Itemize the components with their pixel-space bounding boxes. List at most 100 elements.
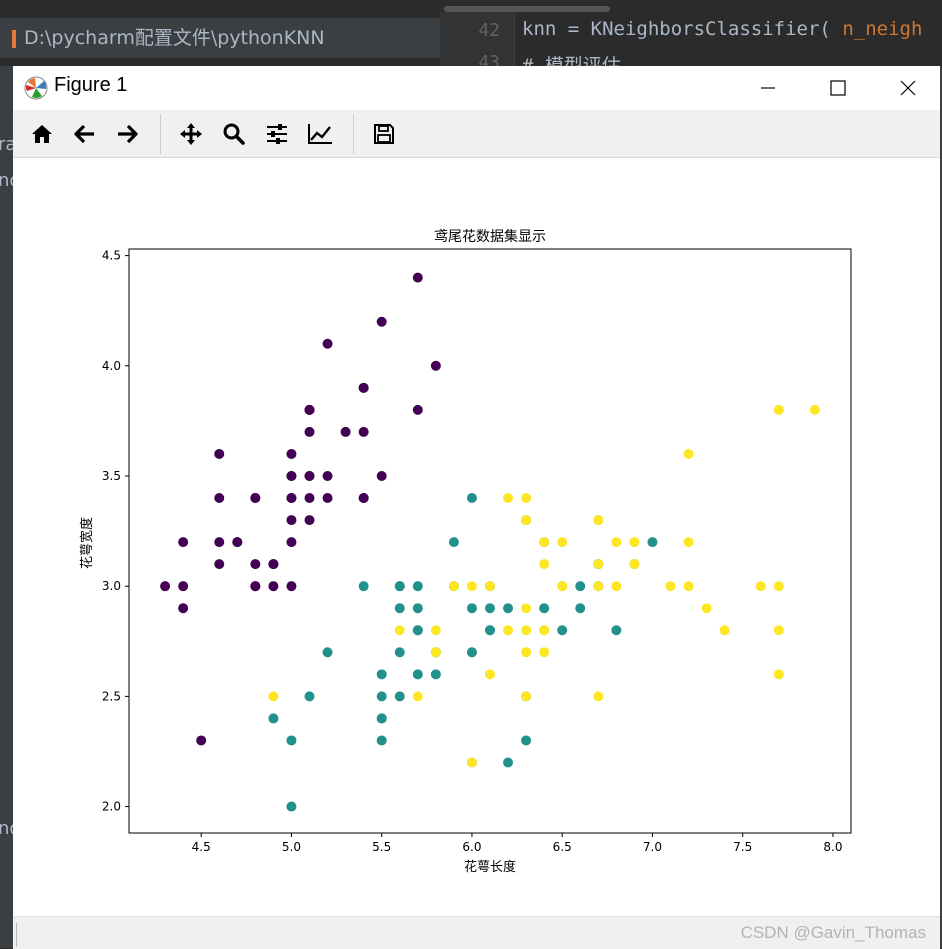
y-tick-label: 3.5 — [102, 469, 121, 483]
scatter-point — [412, 669, 423, 680]
scatter-point — [539, 625, 550, 636]
scatter-point — [611, 625, 622, 636]
scatter-point — [773, 404, 784, 415]
home-button[interactable] — [26, 118, 58, 150]
close-button[interactable] — [873, 66, 942, 110]
code-argument: n_neigh — [830, 18, 923, 40]
maximize-button[interactable] — [803, 66, 873, 110]
forward-button[interactable] — [111, 118, 143, 150]
project-path-tab[interactable]: D:\pycharm配置文件\pythonKNN — [0, 18, 440, 58]
scatter-point — [322, 470, 333, 481]
scatter-point — [412, 603, 423, 614]
x-tick-label: 5.0 — [282, 840, 301, 854]
side-panel-fragment: nd — [0, 818, 13, 839]
scatter-point — [466, 647, 477, 658]
code-call: KNeighborsClassifier( — [590, 18, 831, 40]
scatter-point — [304, 691, 315, 702]
scatter-point — [322, 493, 333, 504]
scatter-point — [629, 537, 640, 548]
scatter-point — [214, 493, 225, 504]
scatter-point — [629, 559, 640, 570]
scatter-point — [485, 669, 495, 680]
scatter-point — [340, 426, 351, 437]
scatter-point — [304, 404, 315, 415]
scatter-point — [521, 515, 532, 526]
scatter-point — [286, 735, 297, 746]
ide-background: D:\pycharm配置文件\pythonKNN 42 43 knn = KNe… — [0, 0, 942, 77]
chart-title: 鸢尾花数据集显示 — [434, 228, 546, 245]
x-tick-label: 8.0 — [823, 840, 842, 854]
y-tick-label: 4.0 — [102, 359, 121, 373]
scatter-point — [665, 581, 676, 592]
pan-button[interactable] — [175, 118, 207, 150]
scatter-point — [557, 537, 568, 548]
scatter-point — [701, 603, 712, 614]
scatter-point — [466, 493, 477, 504]
back-button[interactable] — [69, 118, 101, 150]
scatter-point — [466, 757, 477, 768]
scatter-point — [683, 581, 694, 592]
scatter-point — [539, 537, 550, 548]
window-titlebar[interactable]: Figure 1 — [13, 66, 940, 110]
scatter-point — [647, 537, 658, 548]
scatter-point — [773, 669, 784, 680]
scatter-point — [250, 581, 261, 592]
scatter-point — [611, 537, 622, 548]
minimize-icon — [761, 87, 775, 89]
scatter-point — [557, 581, 568, 592]
scatter-point — [430, 625, 441, 636]
scatter-point — [268, 713, 279, 724]
scatter-point — [412, 581, 423, 592]
scatter-point — [521, 493, 532, 504]
scatter-point — [214, 537, 225, 548]
subplots-config-icon — [267, 124, 287, 144]
scatter-point — [214, 559, 225, 570]
scatter-point — [503, 625, 514, 636]
scatter-point — [575, 603, 586, 614]
scatter-point — [394, 691, 405, 702]
scatter-point — [539, 559, 550, 570]
scatter-point — [412, 404, 423, 415]
code-variable: knn — [522, 18, 557, 40]
watermark-text: CSDN @Gavin_Thomas — [740, 923, 926, 942]
code-line[interactable]: knn = KNeighborsClassifier( n_neigh — [522, 18, 922, 40]
scatter-point — [286, 537, 297, 548]
scatter-point — [304, 426, 315, 437]
scatter-point — [485, 581, 495, 592]
scatter-point — [521, 603, 532, 614]
code-operator: = — [556, 18, 591, 40]
scatter-point — [521, 735, 532, 746]
x-axis-ticks: 4.5 5.0 5.5 6.0 6.5 7.0 7.5 8.0 — [192, 833, 842, 854]
y-tick-label: 4.5 — [102, 249, 121, 263]
scatter-point — [539, 647, 550, 658]
save-button[interactable] — [368, 118, 400, 150]
scatter-point — [268, 559, 279, 570]
scatter-point — [503, 757, 514, 768]
scatter-point — [466, 581, 477, 592]
scatter-point — [304, 515, 315, 526]
scatter-point — [322, 647, 333, 658]
scatter-point — [376, 316, 387, 327]
scatter-point — [250, 559, 261, 570]
configure-subplots-button[interactable] — [261, 118, 293, 150]
scatter-point — [358, 426, 369, 437]
figure-canvas[interactable]: 鸢尾花数据集显示 花萼长度 花萼宽度 4.5 5.0 5.5 6.0 6.5 7.0 7.5… — [13, 157, 940, 916]
scatter-point — [394, 581, 405, 592]
scatter-point — [485, 603, 495, 614]
toolbar-separator — [160, 114, 161, 154]
matplotlib-logo-icon — [24, 76, 48, 100]
edit-axis-button[interactable] — [304, 118, 336, 150]
back-arrow-icon — [74, 124, 94, 144]
scatter-point — [286, 493, 297, 504]
code-editor[interactable]: 42 43 knn = KNeighborsClassifier( n_neig… — [440, 0, 942, 77]
scatter-point — [376, 669, 387, 680]
zoom-button[interactable] — [218, 118, 250, 150]
scatter-point — [809, 404, 820, 415]
scatter-point — [412, 272, 423, 283]
close-icon — [900, 80, 916, 96]
minimize-button[interactable] — [733, 66, 803, 110]
scatter-point — [593, 515, 604, 526]
save-icon — [374, 124, 394, 144]
scatter-point — [412, 691, 423, 702]
scatter-point — [178, 537, 189, 548]
